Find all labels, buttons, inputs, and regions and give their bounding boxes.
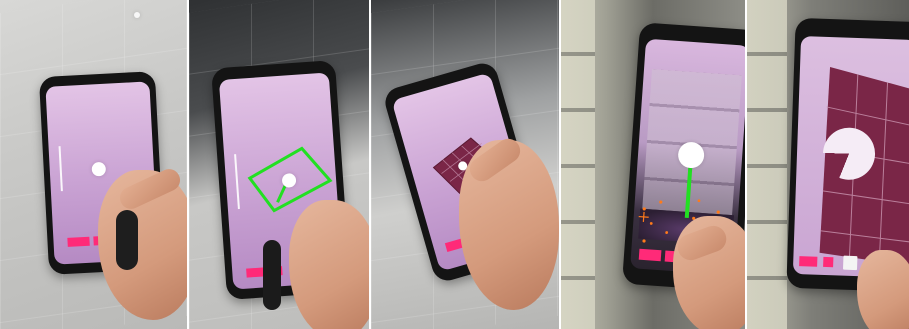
glass-block-wall: [560, 0, 595, 329]
hand: [857, 250, 909, 329]
pink-button-small: [823, 256, 834, 268]
hand: [288, 200, 370, 329]
finger-shadow: [116, 210, 138, 270]
glass-block-wall: [747, 0, 788, 329]
finger-shadow: [262, 240, 281, 310]
panel-3: [369, 0, 559, 329]
white-dot-marker: [91, 161, 107, 177]
panel-4: [558, 0, 746, 329]
vertical-slider: [58, 146, 63, 192]
add-button: [843, 255, 858, 271]
panel-1: [0, 0, 187, 329]
ceiling-light: [134, 12, 140, 18]
panel-5: [745, 0, 909, 329]
pink-button: [638, 248, 662, 262]
pink-button: [799, 256, 818, 267]
phone-screen: [793, 36, 909, 278]
photo-strip: [0, 0, 909, 329]
pink-button: [67, 236, 90, 247]
vertical-slider: [233, 154, 240, 210]
panel-2: [186, 0, 370, 329]
